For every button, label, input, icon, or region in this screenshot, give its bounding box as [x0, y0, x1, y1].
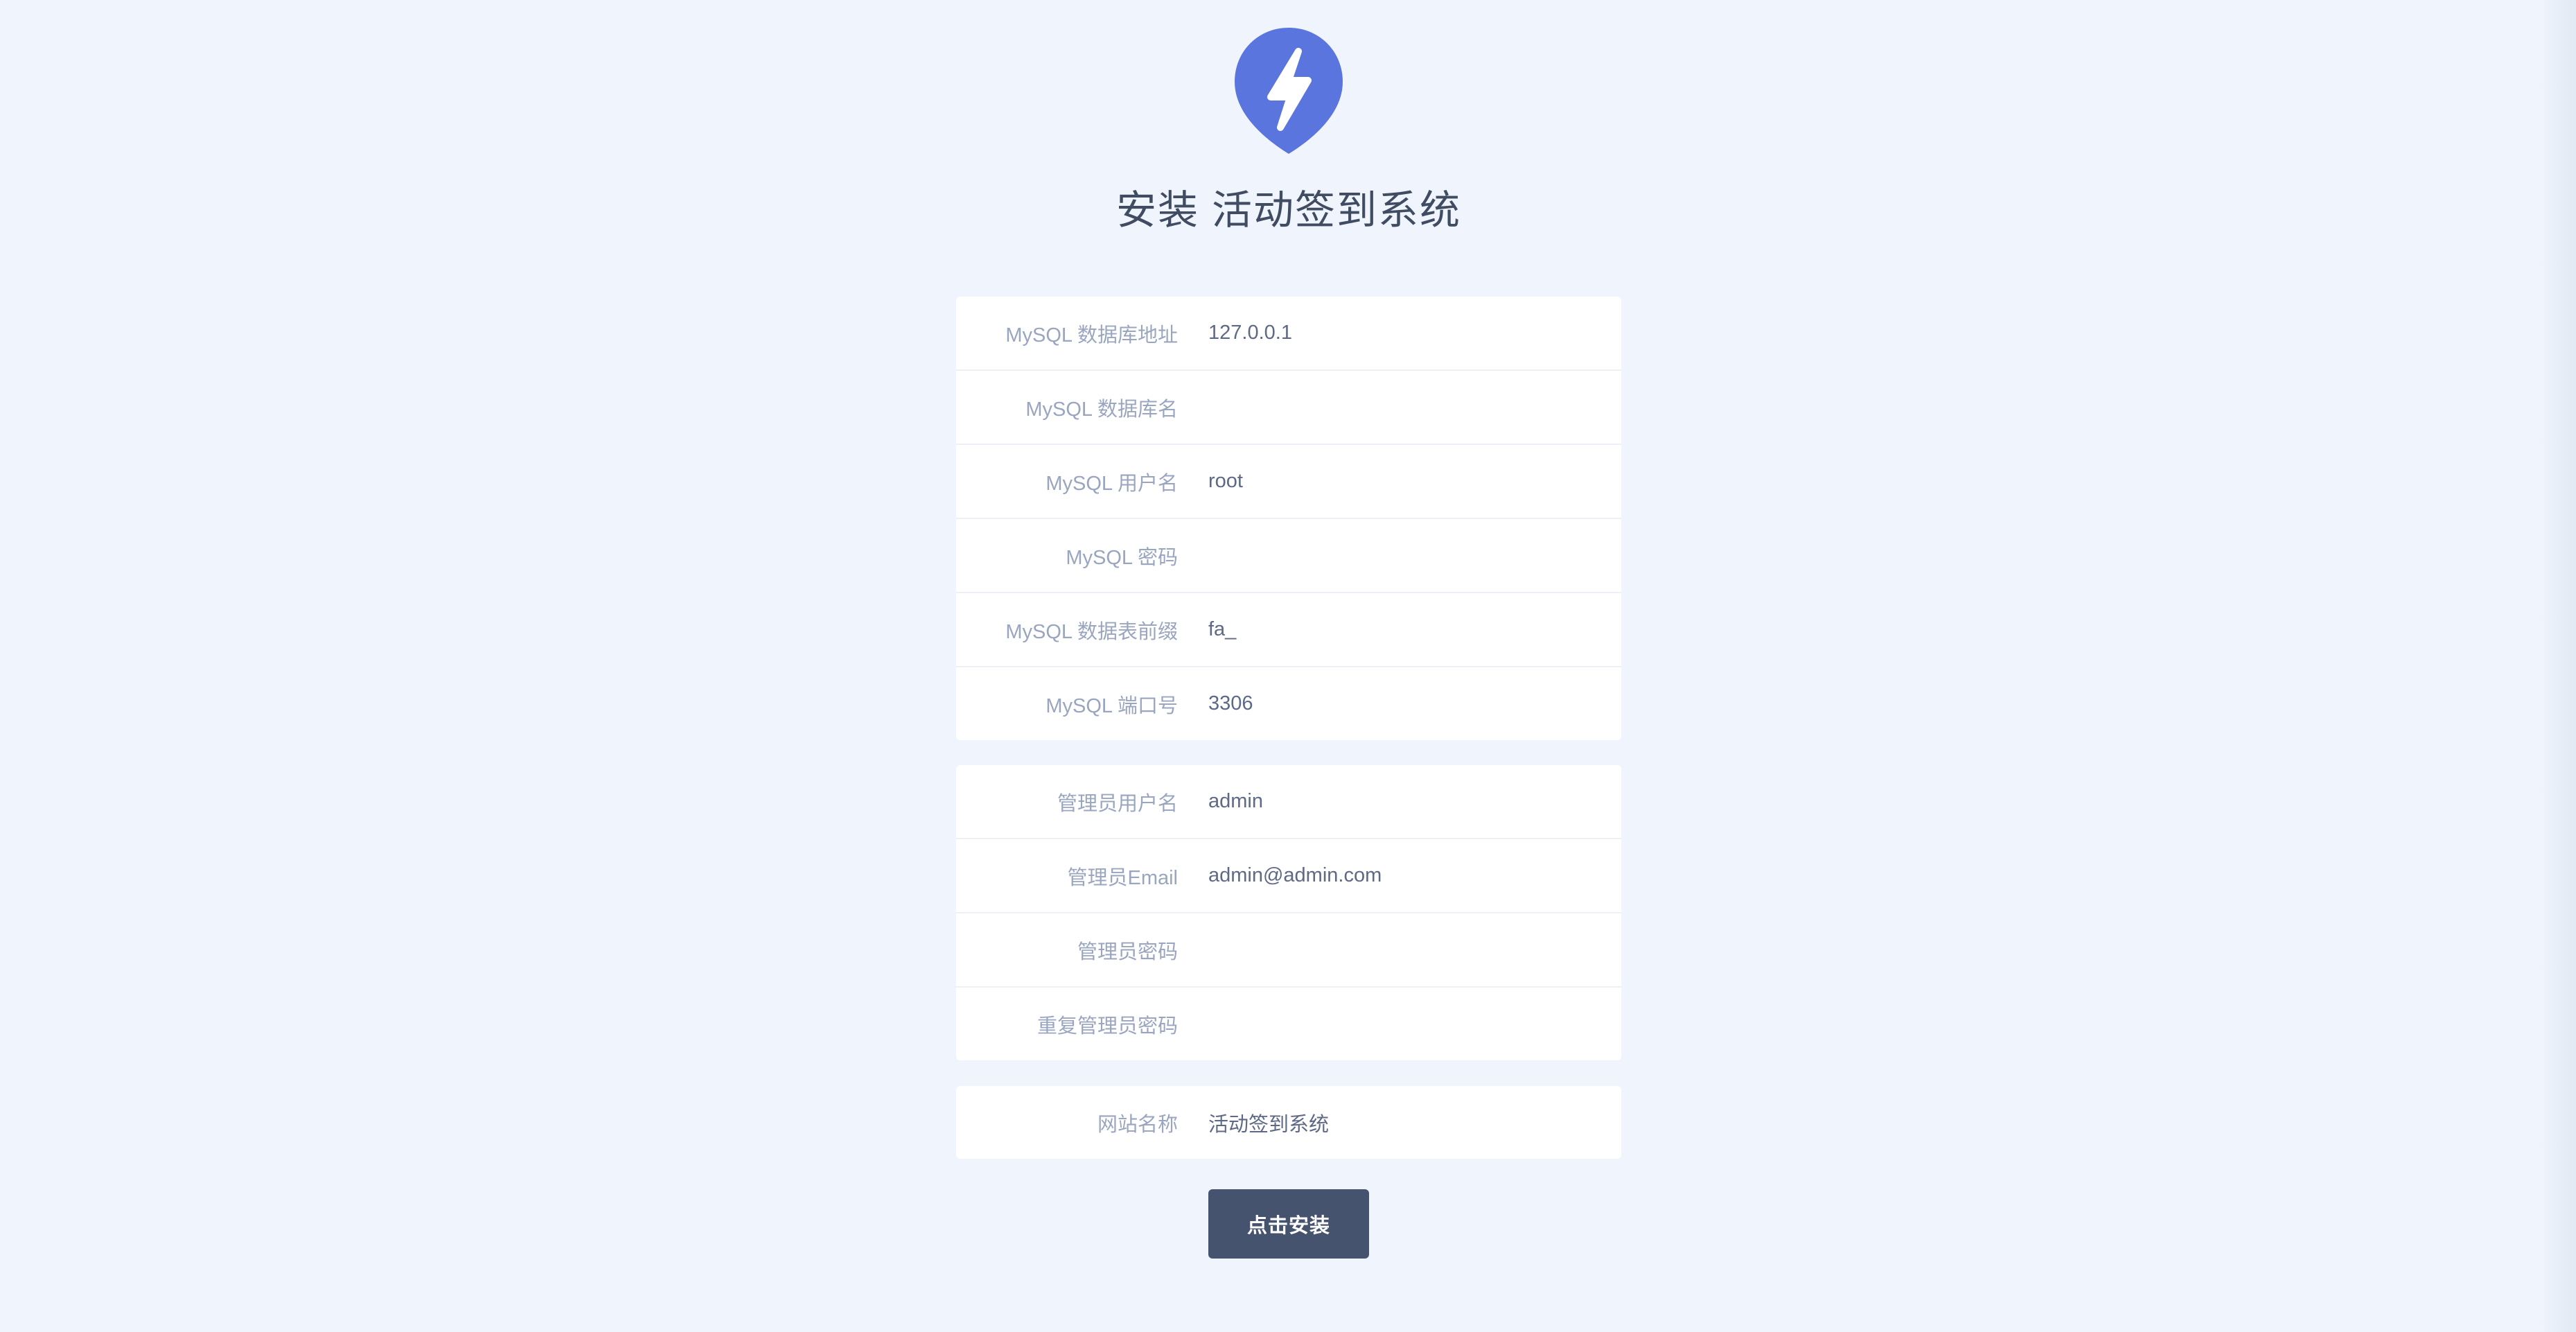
form-row-db-password: MySQL 密码	[956, 519, 1621, 593]
db-user-input[interactable]	[1208, 453, 1607, 509]
install-page: { "title": "安装 活动签到系统", "colors": { "bac…	[0, 0, 2576, 1332]
form-row-db-prefix: MySQL 数据表前缀	[956, 593, 1621, 667]
db-password-label: MySQL 密码	[1066, 546, 1178, 569]
form-row-admin-username: 管理员用户名	[956, 765, 1621, 839]
db-password-input[interactable]	[1208, 527, 1607, 584]
admin-password-repeat-label: 重复管理员密码	[1036, 1015, 1178, 1037]
site-name-input[interactable]	[1208, 1094, 1607, 1150]
admin-username-input[interactable]	[1208, 773, 1607, 830]
db-port-label: MySQL 端口号	[1046, 694, 1178, 717]
form-row-db-port: MySQL 端口号	[956, 667, 1621, 740]
form-row-site-name: 网站名称	[956, 1086, 1621, 1159]
database-settings-group: MySQL 数据库地址 MySQL 数据库名 MySQL 用户名 MySQL 密…	[956, 297, 1621, 740]
right-edge-shadow	[2537, 0, 2576, 1332]
db-port-input[interactable]	[1208, 676, 1607, 732]
db-prefix-input[interactable]	[1208, 602, 1607, 658]
form-row-db-host: MySQL 数据库地址	[956, 297, 1621, 371]
form-row-db-name: MySQL 数据库名	[956, 371, 1621, 445]
db-prefix-label: MySQL 数据表前缀	[1005, 620, 1178, 643]
admin-username-label: 管理员用户名	[1057, 792, 1178, 815]
db-name-input[interactable]	[1208, 379, 1607, 435]
site-name-label: 网站名称	[1097, 1113, 1178, 1136]
admin-email-label: 管理员Email	[1067, 866, 1178, 889]
site-settings-group: 网站名称	[956, 1086, 1621, 1159]
admin-password-label: 管理员密码	[1077, 940, 1178, 963]
install-button[interactable]: 点击安装	[1208, 1189, 1369, 1259]
form-row-admin-password: 管理员密码	[956, 913, 1621, 988]
form-row-admin-email: 管理员Email	[956, 839, 1621, 913]
db-name-label: MySQL 数据库名	[1025, 398, 1178, 421]
db-host-label: MySQL 数据库地址	[1005, 324, 1178, 347]
page-title: 安装 活动签到系统	[1115, 188, 1462, 233]
lightning-bolt-icon	[1235, 28, 1343, 154]
admin-password-repeat-input[interactable]	[1208, 996, 1607, 1052]
form-row-db-user: MySQL 用户名	[956, 445, 1621, 519]
admin-email-input[interactable]	[1208, 848, 1607, 904]
admin-settings-group: 管理员用户名 管理员Email 管理员密码 重复管理员密码	[956, 765, 1621, 1060]
form-row-admin-password-repeat: 重复管理员密码	[956, 988, 1621, 1060]
admin-password-input[interactable]	[1208, 922, 1607, 978]
db-user-label: MySQL 用户名	[1046, 472, 1178, 495]
db-host-input[interactable]	[1208, 305, 1607, 361]
